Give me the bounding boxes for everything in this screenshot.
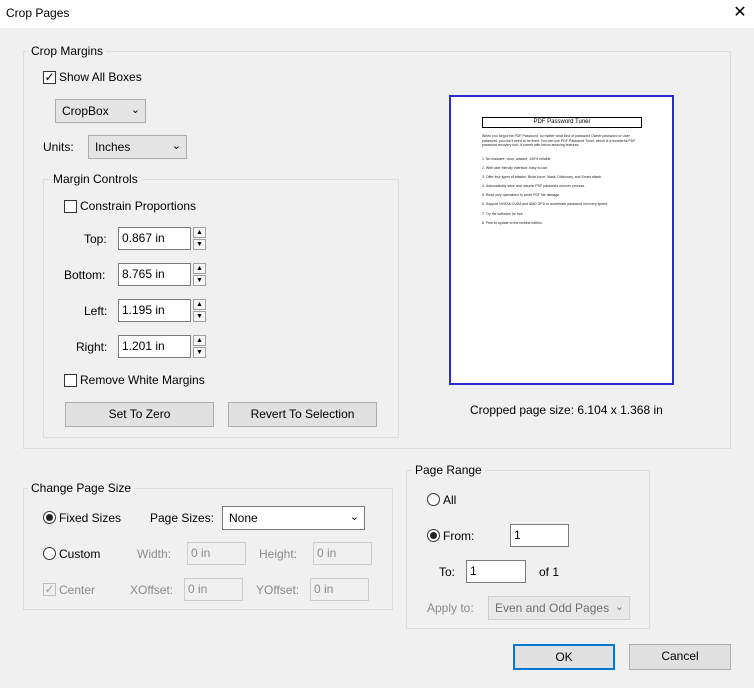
preview-bullet: 5. Read only operations to avoid PDF fil…: [482, 193, 561, 197]
remove-white-margins-label[interactable]: Remove White Margins: [80, 373, 205, 387]
set-to-zero-button[interactable]: Set To Zero: [65, 402, 214, 427]
show-all-boxes-label[interactable]: Show All Boxes: [59, 70, 142, 84]
left-label: Left:: [84, 304, 108, 318]
center-checkbox[interactable]: ✓: [43, 583, 56, 596]
from-radio[interactable]: [427, 529, 440, 542]
remove-white-margins-checkbox[interactable]: [64, 374, 77, 387]
spin-down-icon[interactable]: ▼: [193, 239, 206, 250]
left-input[interactable]: 1.195 in: [118, 299, 191, 322]
preview-bullet: 6. Support NVIDIA CUDA and AMD GPU to ac…: [482, 202, 609, 206]
bottom-stepper[interactable]: ▲ ▼: [193, 263, 206, 286]
height-input[interactable]: 0 in: [313, 542, 372, 565]
right-input[interactable]: 1.201 in: [118, 335, 191, 358]
show-all-boxes-checkbox[interactable]: ✓: [43, 71, 56, 84]
box-select-value: CropBox: [62, 104, 109, 118]
center-label[interactable]: Center: [59, 583, 95, 597]
bottom-label: Bottom:: [64, 268, 106, 282]
window-title: Crop Pages: [6, 6, 70, 20]
apply-to-select-value: Even and Odd Pages: [495, 601, 610, 615]
apply-to-label: Apply to:: [427, 601, 474, 615]
page-range-legend: Page Range: [412, 463, 485, 477]
xoffset-label: XOffset:: [130, 583, 174, 597]
all-pages-radio[interactable]: [427, 493, 440, 506]
custom-radio[interactable]: [43, 547, 56, 560]
spin-up-icon[interactable]: ▲: [193, 227, 206, 238]
chevron-down-icon: ⌄: [171, 140, 181, 152]
constrain-proportions-checkbox[interactable]: [64, 200, 77, 213]
spin-down-icon[interactable]: ▼: [193, 311, 206, 322]
chevron-down-icon: ⌄: [130, 104, 140, 116]
margin-controls-legend: Margin Controls: [50, 172, 141, 186]
preview-doc-title: PDF Password Tuner: [482, 117, 642, 128]
bottom-input[interactable]: 8.765 in: [118, 263, 191, 286]
custom-label[interactable]: Custom: [59, 547, 100, 561]
page-count-label: of 1: [539, 565, 560, 579]
height-label: Height:: [259, 547, 298, 561]
units-select[interactable]: Inches ⌄: [88, 135, 187, 159]
top-label: Top:: [84, 232, 107, 246]
chevron-down-icon: ⌄: [349, 511, 359, 523]
preview-bullet: 8. Free to update to the newest edition.: [482, 221, 543, 225]
preview-bullet: 7. Try the software for free.: [482, 212, 524, 216]
spin-down-icon[interactable]: ▼: [193, 275, 206, 286]
close-icon[interactable]: ✕: [730, 3, 750, 23]
apply-to-select[interactable]: Even and Odd Pages ⌄: [488, 596, 630, 620]
preview-bullet: 1. No malware, virus, adware, 100% relia…: [482, 157, 551, 161]
ok-button[interactable]: OK: [513, 644, 615, 670]
spin-up-icon[interactable]: ▲: [193, 263, 206, 274]
fixed-sizes-label[interactable]: Fixed Sizes: [59, 511, 121, 525]
preview-bullet: 3. Offer four types of attacks: Brute-fo…: [482, 175, 603, 179]
xoffset-input[interactable]: 0 in: [184, 578, 243, 601]
cancel-button[interactable]: Cancel: [629, 644, 731, 670]
title-bar: [0, 0, 754, 28]
right-stepper[interactable]: ▲ ▼: [193, 335, 206, 358]
page-sizes-select[interactable]: None ⌄: [222, 506, 365, 530]
units-select-value: Inches: [95, 140, 131, 154]
from-label[interactable]: From:: [443, 529, 474, 543]
yoffset-label: YOffset:: [256, 583, 300, 597]
width-input[interactable]: 0 in: [187, 542, 246, 565]
preview-intro: When you forgot the PDF Password, no mat…: [482, 134, 636, 147]
width-label: Width:: [137, 547, 172, 561]
page-sizes-select-value: None: [229, 511, 258, 525]
crop-margins-legend: Crop Margins: [28, 44, 107, 58]
spin-up-icon[interactable]: ▲: [193, 335, 206, 346]
left-stepper[interactable]: ▲ ▼: [193, 299, 206, 322]
cropped-page-size: Cropped page size: 6.104 x 1.368 in: [470, 403, 663, 417]
page-preview: PDF Password Tuner When you forgot the P…: [449, 95, 674, 385]
all-pages-label[interactable]: All: [443, 493, 456, 507]
from-input[interactable]: 1: [510, 524, 569, 547]
yoffset-input[interactable]: 0 in: [310, 578, 369, 601]
top-stepper[interactable]: ▲ ▼: [193, 227, 206, 250]
page-sizes-label: Page Sizes:: [150, 511, 215, 525]
to-label: To:: [439, 565, 456, 579]
spin-up-icon[interactable]: ▲: [193, 299, 206, 310]
box-select[interactable]: CropBox ⌄: [55, 99, 146, 123]
constrain-proportions-label[interactable]: Constrain Proportions: [80, 199, 196, 213]
units-label: Units:: [43, 140, 74, 154]
preview-bullet: 2. With user friendly interface, easy to…: [482, 166, 549, 170]
right-label: Right:: [76, 340, 108, 354]
to-input[interactable]: 1: [466, 560, 526, 583]
revert-to-selection-button[interactable]: Revert To Selection: [228, 402, 377, 427]
fixed-sizes-radio[interactable]: [43, 511, 56, 524]
spin-down-icon[interactable]: ▼: [193, 347, 206, 358]
change-page-size-legend: Change Page Size: [28, 481, 135, 495]
top-input[interactable]: 0.867 in: [118, 227, 191, 250]
preview-bullet: 4. Automatically save and resume PDF pas…: [482, 184, 586, 188]
chevron-down-icon: ⌄: [614, 601, 624, 613]
